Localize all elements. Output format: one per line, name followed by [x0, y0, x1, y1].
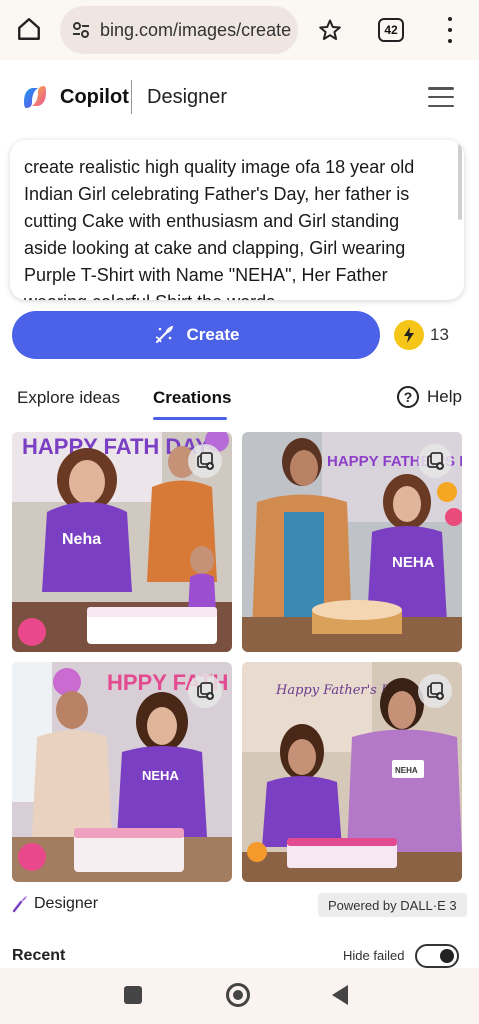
browser-toolbar: bing.com/images/create 42 [0, 0, 479, 60]
header-divider [131, 80, 132, 114]
help-label: Help [427, 387, 462, 406]
help-button[interactable]: ? Help [397, 386, 462, 408]
home-icon[interactable] [14, 14, 44, 44]
brand-name[interactable]: Copilot [60, 86, 129, 109]
help-icon: ? [397, 386, 419, 408]
add-to-collection-icon[interactable] [418, 444, 452, 478]
url-text: bing.com/images/create [100, 19, 292, 40]
tab-creations[interactable]: Creations [153, 388, 231, 408]
prompt-scrollbar[interactable] [458, 144, 462, 220]
shirt-text: NEHA [395, 766, 418, 775]
generated-image-1[interactable]: HAPPY FATH DAY Neha [12, 432, 232, 652]
copilot-logo-icon[interactable] [20, 82, 50, 112]
hide-failed-label: Hide failed [343, 948, 405, 963]
shirt-text: Neha [62, 531, 101, 548]
more-vert-icon[interactable] [440, 14, 460, 46]
app-header: Copilot Designer [0, 62, 479, 132]
designer-label: Designer [34, 895, 99, 912]
shirt-text: NEHA [142, 768, 179, 783]
designer-link[interactable]: Designer [12, 895, 98, 913]
add-to-collection-icon[interactable] [188, 674, 222, 708]
prompt-input[interactable]: create realistic high quality image ofa … [10, 140, 464, 300]
recent-heading: Recent [12, 947, 66, 964]
back-icon[interactable] [332, 985, 348, 1005]
home-nav-icon[interactable] [226, 983, 250, 1007]
tab-explore-ideas[interactable]: Explore ideas [17, 388, 120, 408]
generated-image-3[interactable]: HPPY FATH DY NEHA [12, 662, 232, 882]
generated-image-4[interactable]: Happy Father's Day NEHA [242, 662, 462, 882]
section-name[interactable]: Designer [147, 86, 227, 109]
add-to-collection-icon[interactable] [418, 674, 452, 708]
prompt-text[interactable]: create realistic high quality image ofa … [24, 154, 444, 300]
shirt-text: NEHA [392, 554, 435, 571]
designer-icon [12, 895, 28, 913]
site-settings-icon[interactable] [70, 19, 92, 41]
hide-failed-toggle[interactable] [415, 944, 459, 968]
powered-by-badge: Powered by DALL·E 3 [318, 893, 467, 917]
create-label: Create [186, 325, 240, 344]
boost-count: 13 [430, 325, 449, 344]
tabs-icon[interactable]: 42 [378, 18, 404, 42]
create-button[interactable]: Create [12, 311, 380, 359]
url-bar[interactable]: bing.com/images/create [60, 6, 298, 54]
wand-icon [153, 324, 175, 346]
active-tab-indicator [153, 417, 227, 420]
generated-image-2[interactable]: HAPPY FATHER'S DAY NEHA [242, 432, 462, 652]
boost-icon[interactable] [394, 320, 424, 350]
star-icon[interactable] [316, 16, 344, 44]
menu-icon[interactable] [428, 87, 454, 107]
recents-icon[interactable] [124, 986, 142, 1004]
add-to-collection-icon[interactable] [188, 444, 222, 478]
system-nav-bar [0, 968, 479, 1024]
